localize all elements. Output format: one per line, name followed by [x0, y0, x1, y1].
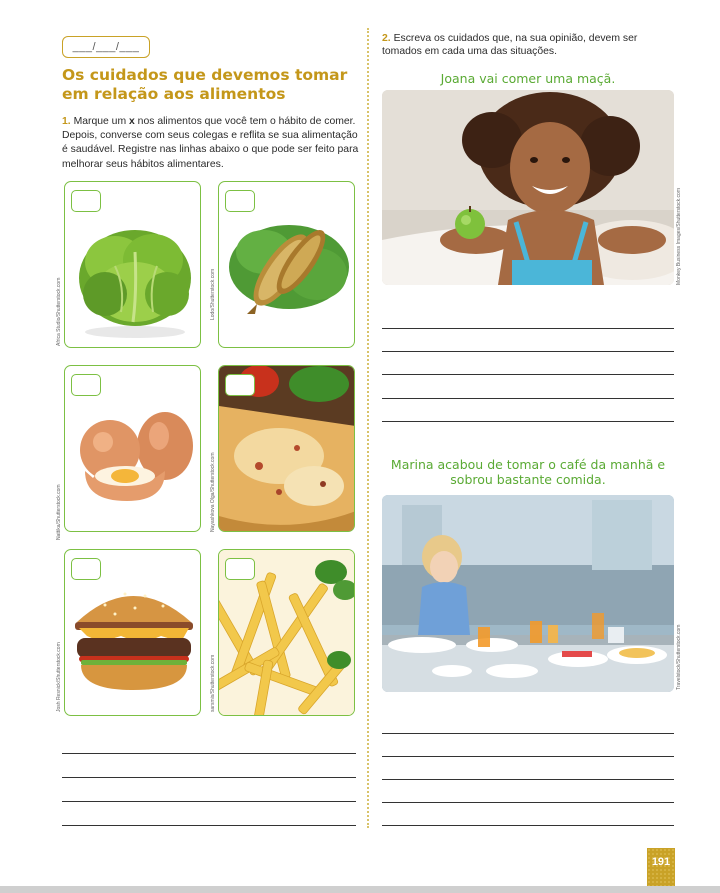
food-checkbox-pizza[interactable] — [225, 374, 255, 396]
food-checkbox-lettuce[interactable] — [71, 190, 101, 212]
food-card-fish — [218, 181, 355, 348]
answer-line-s2-2[interactable] — [382, 756, 674, 757]
answer-line-s1-3[interactable] — [382, 374, 674, 375]
question-1: 1. Marque um x nos alimentos que você te… — [62, 115, 362, 172]
food-checkbox-burger[interactable] — [71, 558, 101, 580]
question-2-number: 2. — [382, 33, 391, 44]
food-card-fries — [218, 549, 355, 716]
answer-line-s2-1[interactable] — [382, 733, 674, 734]
answer-line-s1-1[interactable] — [382, 328, 674, 329]
scenario-1-title: Joana vai comer uma maçã. — [440, 71, 616, 86]
column-divider — [367, 28, 369, 828]
credit-scenario-1: Monkey Business Images/Shutterstock.com — [676, 188, 682, 285]
credit-fish: Lodo/Shutterstock.com — [210, 268, 216, 320]
section-title: Os cuidados que devemos tomar em relação… — [62, 66, 348, 103]
credit-burger: Josh Resnick/Shutterstock.com — [56, 642, 62, 712]
answer-line-s2-4[interactable] — [382, 802, 674, 803]
date-field[interactable]: ___/___/___ — [62, 36, 150, 58]
food-checkbox-fish[interactable] — [225, 190, 255, 212]
answer-line-s1-4[interactable] — [382, 398, 674, 399]
question-1-number: 1. — [62, 116, 71, 127]
answer-line-left-1[interactable] — [62, 753, 356, 754]
answer-line-s1-2[interactable] — [382, 351, 674, 352]
answer-line-left-4[interactable] — [62, 825, 356, 826]
answer-line-left-3[interactable] — [62, 801, 356, 802]
question-2: 2. Escreva os cuidados que, na sua opini… — [382, 33, 677, 58]
credit-eggs: Nattika/Shutterstock.com — [56, 484, 62, 540]
food-card-lettuce — [64, 181, 201, 348]
answer-line-left-2[interactable] — [62, 777, 356, 778]
credit-lettuce: Africa Studio/Shutterstock.com — [56, 277, 62, 346]
question-1-text-before: Marque um — [73, 116, 130, 127]
food-checkbox-eggs[interactable] — [71, 374, 101, 396]
answer-line-s1-5[interactable] — [382, 421, 674, 422]
credit-pizza: Nayashkova Olga/Shutterstock.com — [210, 452, 216, 532]
bottom-bar — [0, 886, 720, 893]
food-card-burger — [64, 549, 201, 716]
scenario-1-photo — [382, 90, 674, 285]
answer-line-s2-5[interactable] — [382, 825, 674, 826]
scenario-2-title: Marina acabou de tomar o café da manhã e… — [390, 457, 666, 487]
credit-fries: sarsmis/Shutterstock.com — [210, 654, 216, 712]
food-card-pizza — [218, 365, 355, 532]
credit-scenario-2: Travelstock/Shutterstock.com — [676, 624, 682, 690]
question-2-text: Escreva os cuidados que, na sua opinião,… — [382, 33, 638, 57]
scenario-2-photo — [382, 495, 674, 692]
food-card-eggs — [64, 365, 201, 532]
food-checkbox-fries[interactable] — [225, 558, 255, 580]
answer-line-s2-3[interactable] — [382, 779, 674, 780]
